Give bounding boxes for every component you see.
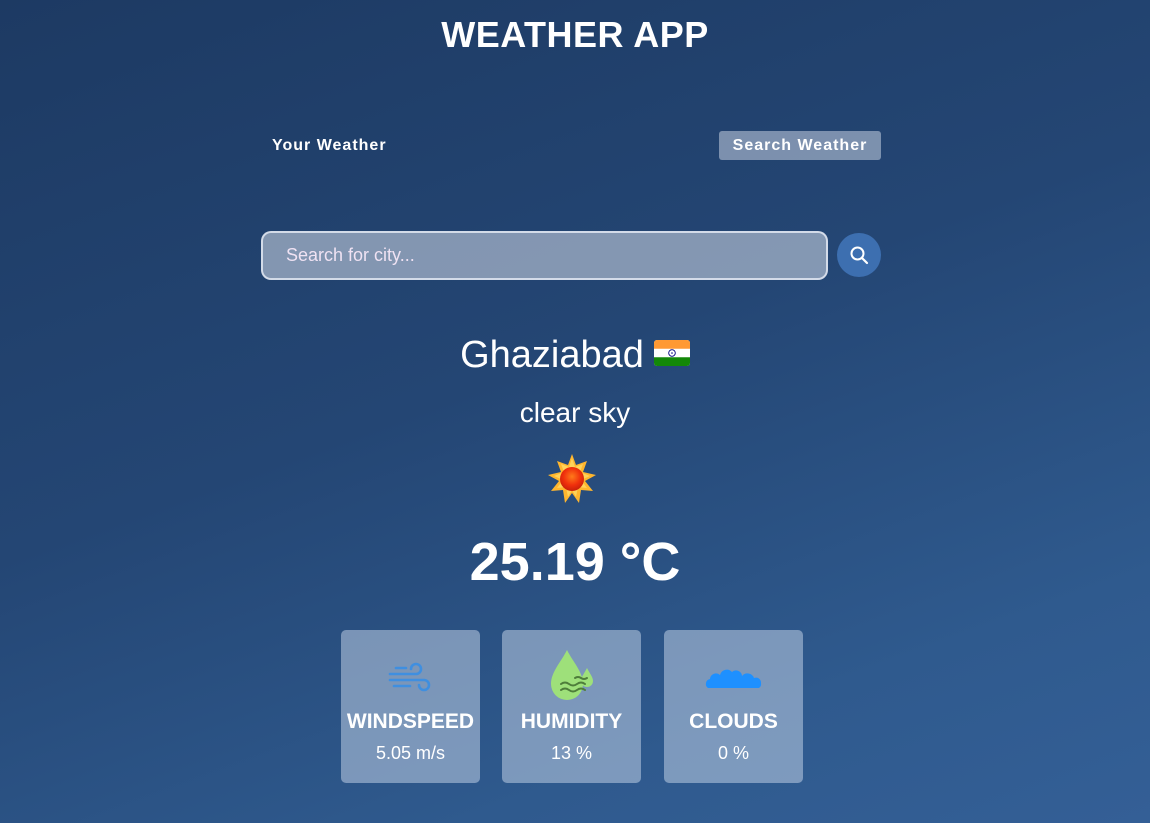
search-icon	[850, 246, 869, 265]
windspeed-value: 5.05 m/s	[375, 743, 446, 763]
humidity-value: 13 %	[550, 743, 593, 763]
city-row: Ghaziabad	[0, 331, 1150, 379]
windspeed-card: WINDSPEED 5.05 m/s	[341, 630, 480, 783]
india-flag-icon	[653, 330, 690, 378]
windspeed-label: WINDSPEED	[346, 710, 475, 733]
temperature: 25.19 °C	[469, 532, 681, 592]
tab-your-weather[interactable]: Your Weather	[266, 134, 393, 158]
clouds-value: 0 %	[717, 743, 750, 763]
app-title: WEATHER APP	[441, 14, 709, 55]
wind-icon	[388, 662, 430, 692]
humidity-card: HUMIDITY 13 %	[502, 630, 641, 783]
humidity-label: HUMIDITY	[520, 710, 623, 733]
clouds-card: CLOUDS 0 %	[664, 630, 803, 783]
city-name: Ghaziabad	[460, 334, 644, 376]
search-button[interactable]	[837, 233, 881, 277]
search-input[interactable]	[263, 233, 826, 278]
tab-search-weather[interactable]: Search Weather	[719, 131, 881, 160]
humidity-icon	[550, 650, 593, 700]
sun-icon	[546, 453, 598, 510]
weather-description: clear sky	[519, 397, 631, 428]
search-field-container	[261, 231, 828, 280]
cloud-icon	[705, 669, 761, 688]
clouds-label: CLOUDS	[689, 710, 778, 733]
